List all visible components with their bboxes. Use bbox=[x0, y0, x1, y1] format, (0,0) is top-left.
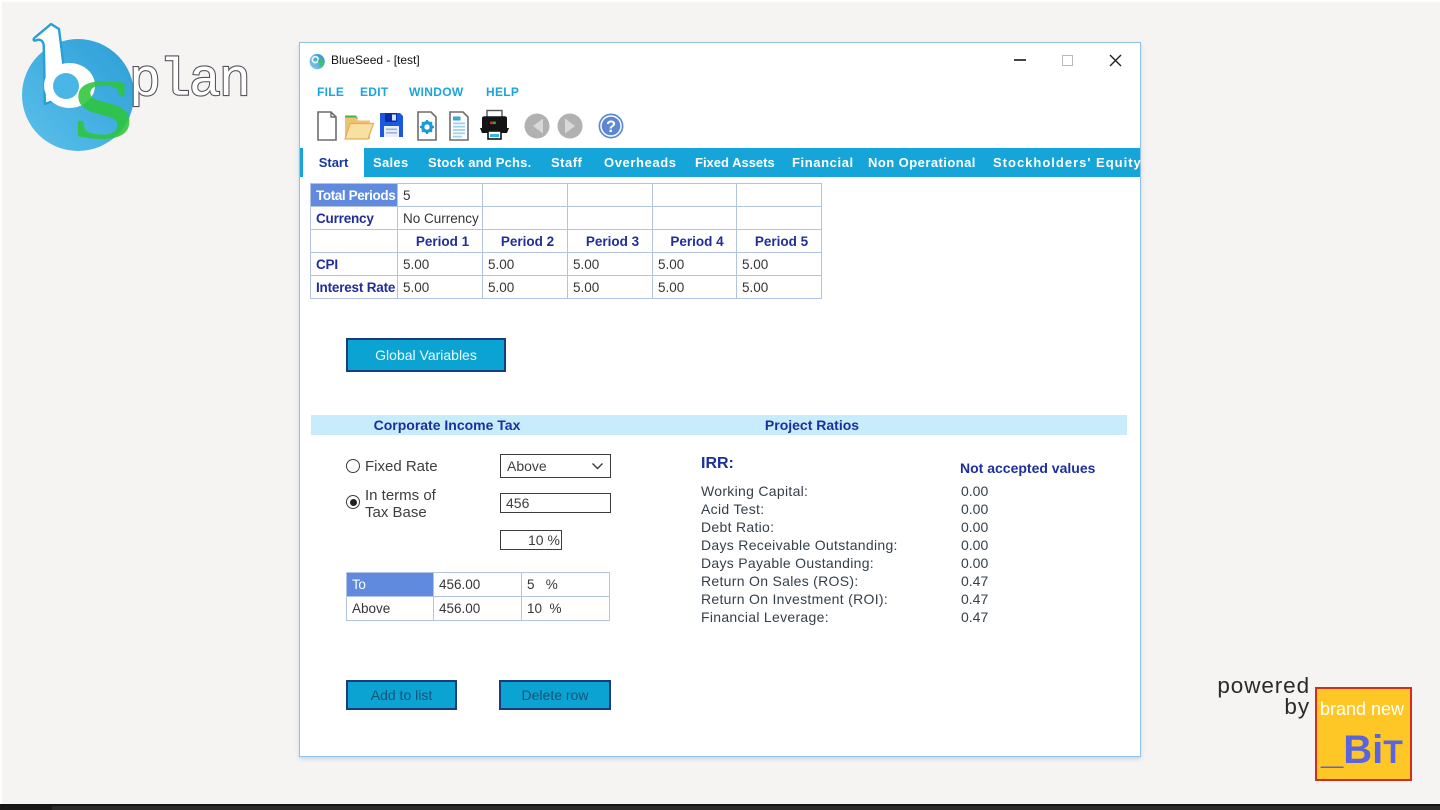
svg-text:plan: plan bbox=[129, 51, 249, 111]
svg-text:S: S bbox=[72, 61, 134, 157]
svg-text:?: ? bbox=[606, 118, 616, 136]
